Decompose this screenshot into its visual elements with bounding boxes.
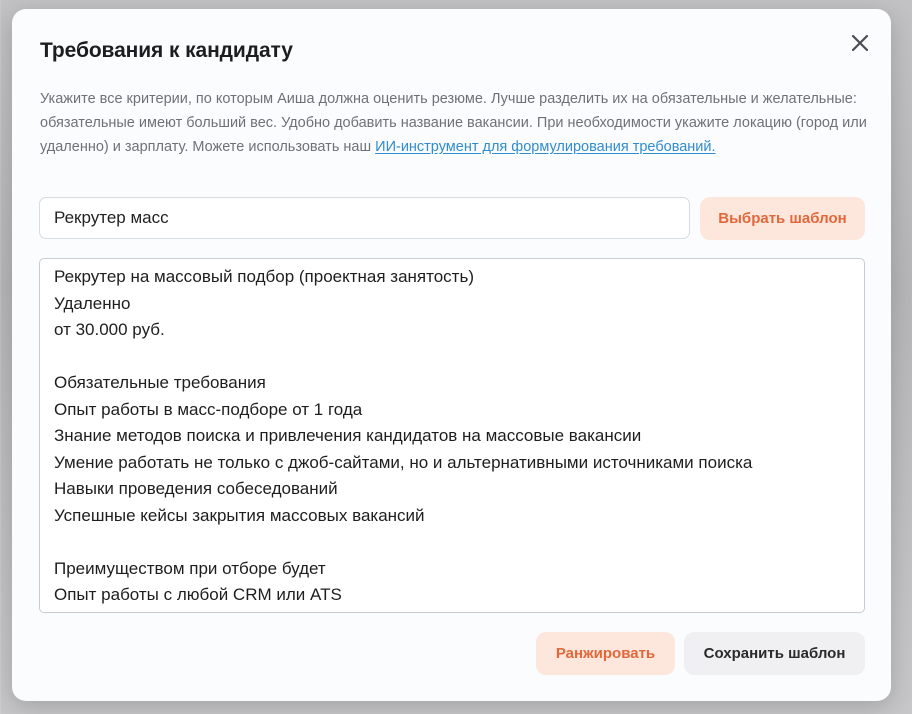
requirements-line: от 30.000 руб. <box>54 320 165 339</box>
requirements-textarea[interactable]: Рекрутер на массовый подбор (проектная з… <box>39 258 865 613</box>
save-template-button[interactable]: Сохранить шаблон <box>684 632 865 675</box>
requirements-line: Умение работать не только с джоб-сайтами… <box>54 452 753 472</box>
close-icon <box>851 34 869 52</box>
dialog-description: Укажите все критерии, по которым Аиша до… <box>40 87 870 159</box>
requirements-line <box>54 529 850 556</box>
dialog-title: Требования к кандидату <box>40 39 293 62</box>
requirements-line: Удаленно <box>54 293 131 313</box>
requirements-line: Опыт работы с любой CRM или ATS <box>54 585 342 604</box>
requirements-line <box>54 344 850 371</box>
requirements-line: Успешные кейсы закрытия массовых ваканси… <box>54 505 425 525</box>
requirements-dialog: Требования к кандидату Укажите все крите… <box>12 9 891 701</box>
requirements-line: Преимуществом при отборе будет <box>54 558 326 578</box>
close-button[interactable] <box>847 30 873 56</box>
template-name-input[interactable] <box>39 197 690 239</box>
choose-template-button[interactable]: Выбрать шаблон <box>700 197 865 240</box>
requirements-line: Навыки проведения собеседований <box>54 479 338 498</box>
requirements-line: Знание методов поиска и привлечения канд… <box>54 426 642 445</box>
requirements-line: Опыт работы в масс-подборе от 1 года <box>54 399 363 419</box>
requirements-line: Рекрутер на массовый подбор (проектная з… <box>54 267 474 286</box>
rank-button[interactable]: Ранжировать <box>536 632 675 675</box>
requirements-line: Обязательные требования <box>54 373 266 392</box>
ai-tool-link[interactable]: ИИ-инструмент для формулирования требова… <box>375 139 715 155</box>
